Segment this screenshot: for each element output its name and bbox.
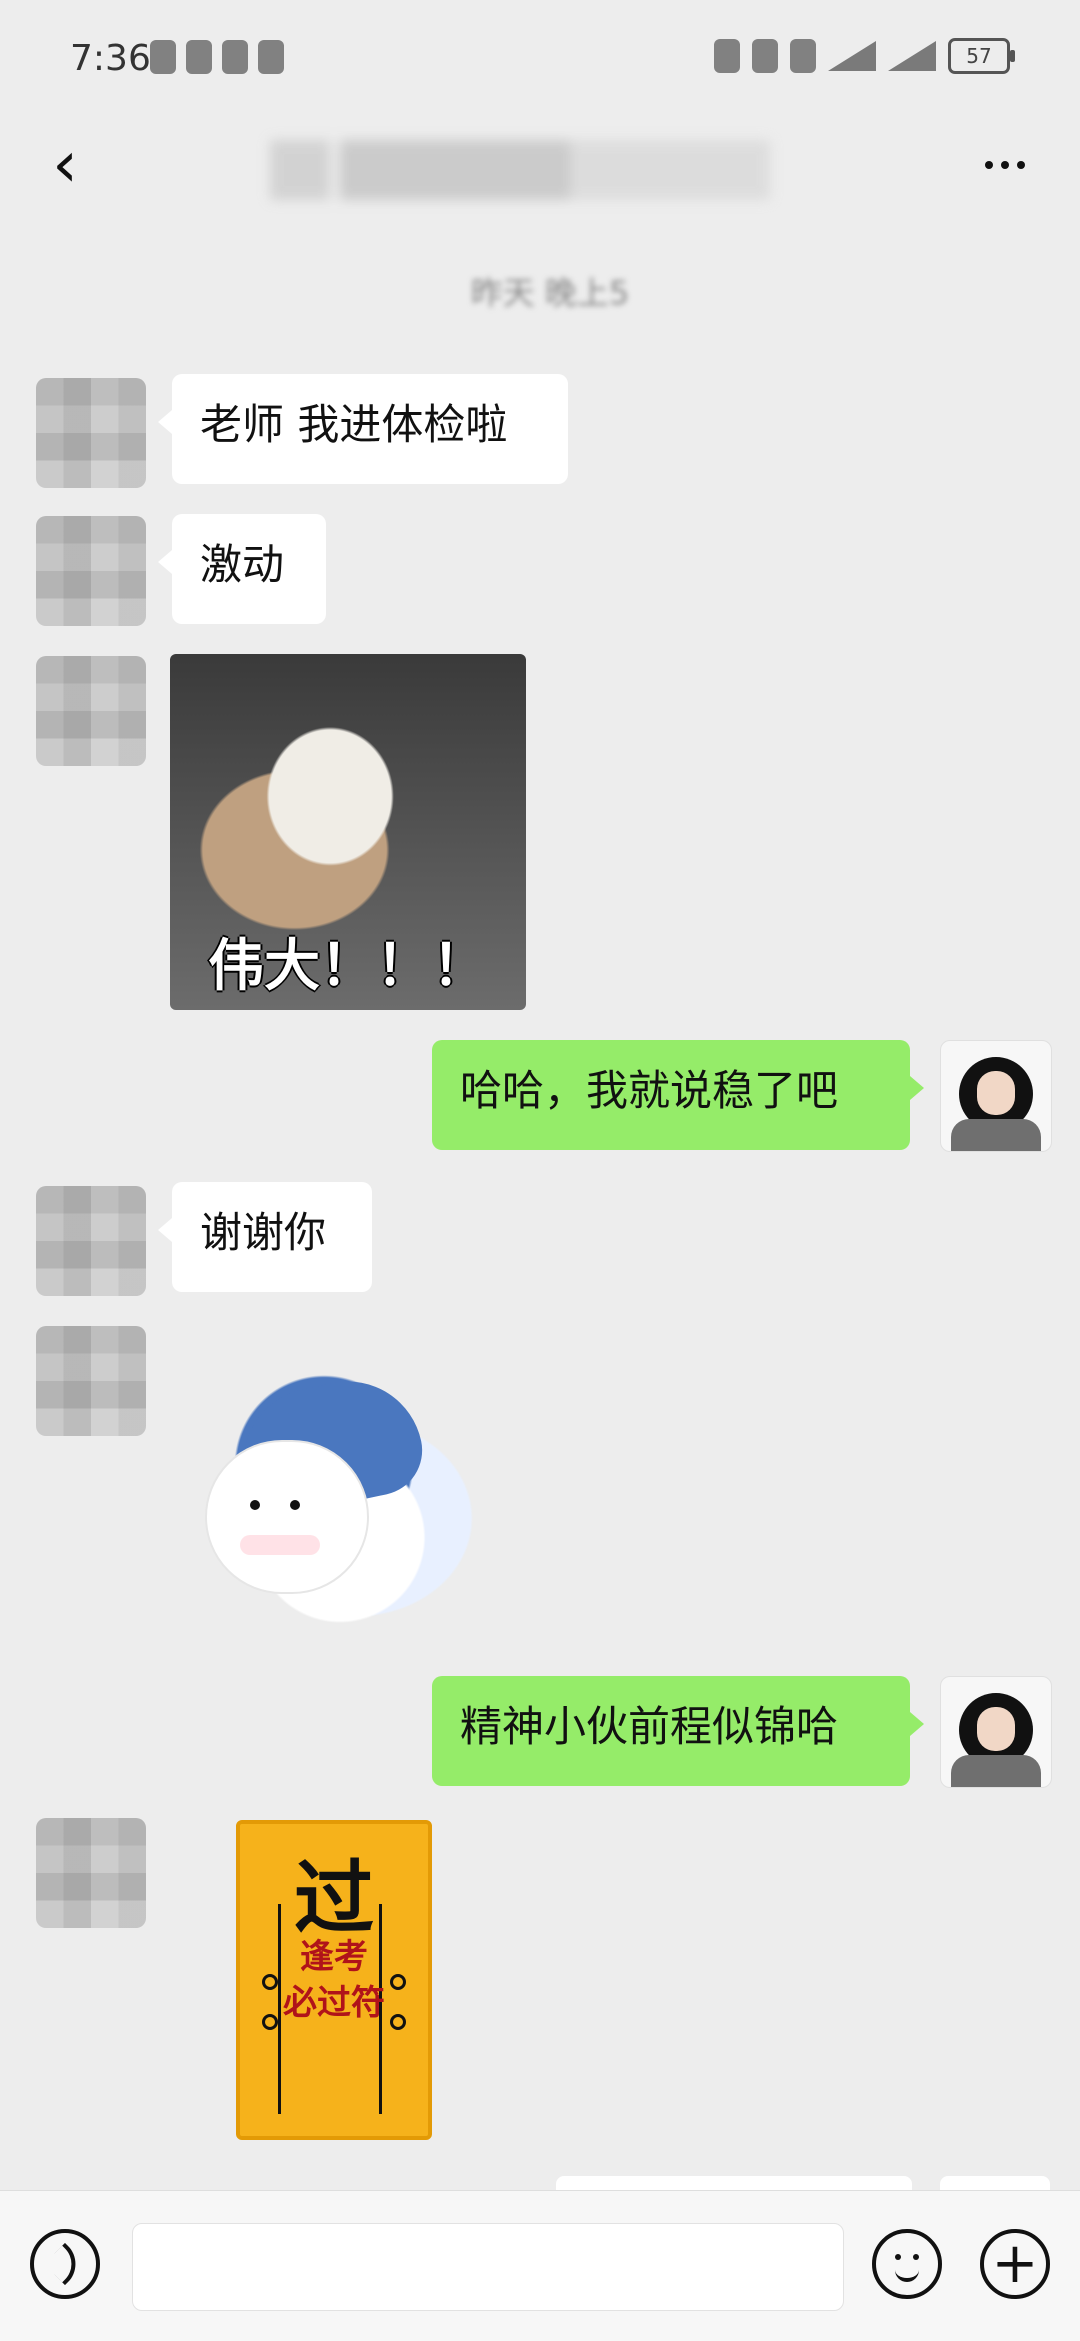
message-bubble[interactable]: 哈哈，我就说稳了吧 (432, 1040, 924, 1150)
status-icons-right: 57 (714, 38, 1015, 74)
emoji-smile (895, 2266, 919, 2282)
charm-title: 过 (294, 1852, 374, 1945)
more-button[interactable] (970, 140, 1040, 190)
voice-input-button[interactable] (30, 2229, 100, 2299)
message-bubble[interactable]: 老师 我进体检啦 (158, 374, 568, 484)
contact-avatar[interactable] (36, 516, 146, 626)
status-time: 7:36 (70, 38, 151, 79)
app-icon (222, 40, 248, 74)
sticker-eye (290, 1500, 300, 1510)
message-bubble[interactable]: 精神小伙前程似锦哈 (432, 1676, 924, 1786)
bluetooth-icon (752, 39, 778, 73)
more-actions-button[interactable]: + (980, 2229, 1050, 2299)
notification-icon (186, 40, 212, 74)
message-text: 老师 我进体检啦 (200, 400, 508, 449)
more-dot-icon (985, 161, 993, 169)
message-bubble[interactable]: 激动 (158, 514, 326, 624)
signal-5g-icon (828, 41, 876, 71)
voice-icon (43, 2242, 87, 2286)
chat-title (270, 140, 770, 200)
contact-avatar[interactable] (36, 656, 146, 766)
message-bubble[interactable]: 谢谢你 (158, 1182, 372, 1292)
back-button[interactable]: ‹ (40, 128, 90, 202)
wechat-icon (150, 40, 176, 74)
status-bar: 7:36 57 (0, 0, 1080, 120)
sticker-eye (250, 1500, 260, 1510)
battery-icon: 57 (948, 38, 1015, 74)
more-dot-icon (1001, 161, 1009, 169)
charm-text: 逢考 必过符 (283, 1937, 385, 2023)
sticker-caption: 伟大！！！ (208, 934, 488, 999)
sticker-image[interactable]: 伟大！！！ (170, 654, 526, 1010)
sticker-image[interactable] (180, 1370, 500, 1640)
avatar-body (951, 1755, 1041, 1787)
plus-icon: + (991, 2231, 1039, 2296)
charm-image[interactable]: 过 逢考 必过符 (236, 1820, 432, 2140)
avatar-face (977, 1707, 1015, 1751)
emoji-icon (885, 2242, 929, 2286)
chevron-left-icon: ‹ (52, 128, 78, 202)
my-avatar[interactable] (940, 1676, 1052, 1788)
my-avatar[interactable] (940, 1040, 1052, 1152)
status-icons-left (150, 40, 284, 74)
avatar-body (951, 1119, 1041, 1151)
signal-4g-icon (888, 41, 936, 71)
message-text: 哈哈，我就说稳了吧 (460, 1066, 839, 1115)
contact-avatar[interactable] (36, 378, 146, 488)
message-input[interactable] (132, 2223, 844, 2311)
sticker-blush (240, 1535, 320, 1555)
more-dot-icon (1017, 161, 1025, 169)
contact-avatar[interactable] (36, 1818, 146, 1928)
vibrate-icon (790, 39, 816, 73)
message-timestamp: 昨天 晚上5 (470, 274, 630, 312)
qq-icon (258, 40, 284, 74)
contact-avatar[interactable] (36, 1326, 146, 1436)
contact-avatar[interactable] (36, 1186, 146, 1296)
sticker-face (205, 1440, 369, 1594)
avatar-face (977, 1071, 1015, 1115)
battery-level: 57 (966, 44, 992, 68)
emoji-button[interactable] (872, 2229, 942, 2299)
message-text: 谢谢你 (200, 1208, 327, 1257)
message-text: 精神小伙前程似锦哈 (460, 1702, 839, 1751)
alarm-icon (714, 39, 740, 73)
message-text: 激动 (200, 540, 285, 589)
input-toolbar: + (0, 2190, 1080, 2341)
